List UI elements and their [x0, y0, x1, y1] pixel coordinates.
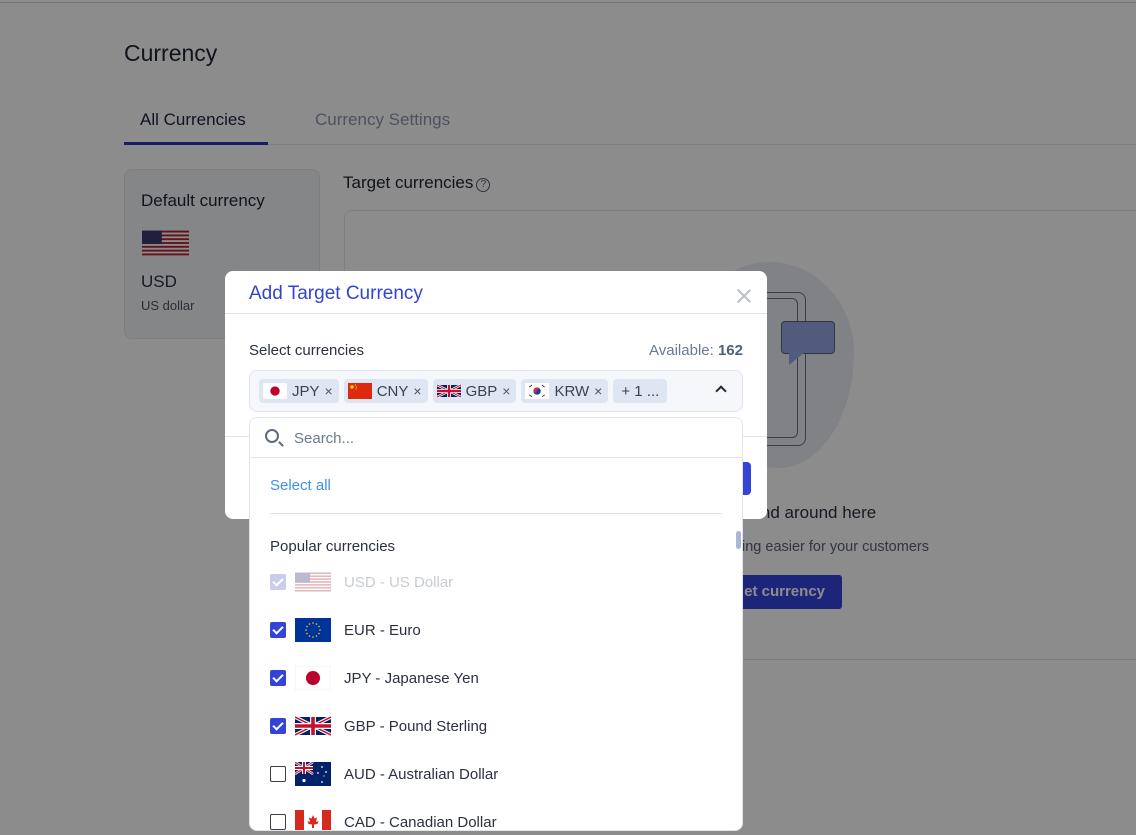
chip-label: KRW	[554, 382, 590, 400]
dropdown-search	[250, 418, 742, 458]
chip-gbp: GBP ×	[432, 379, 517, 403]
option-label: GBP - Pound Sterling	[344, 717, 488, 735]
option-cad[interactable]: CAD - Canadian Dollar	[270, 809, 497, 831]
checkbox[interactable]	[270, 670, 286, 686]
eu-flag-icon	[295, 618, 331, 642]
search-input[interactable]	[294, 426, 714, 450]
ca-flag-icon	[295, 810, 331, 831]
option-label: JPY - Japanese Yen	[344, 669, 479, 687]
checkbox[interactable]	[270, 718, 286, 734]
gb-flag-icon	[437, 383, 461, 399]
au-flag-icon	[295, 762, 331, 786]
gb-flag-icon	[295, 714, 331, 738]
currency-multiselect[interactable]: JPY × CNY × GBP × KRW × + 1 ...	[249, 370, 743, 412]
chip-krw: KRW ×	[521, 379, 609, 403]
kr-flag-icon	[525, 383, 549, 399]
option-gbp[interactable]: GBP - Pound Sterling	[270, 713, 487, 739]
option-label: CAD - Canadian Dollar	[344, 813, 497, 831]
checkbox	[270, 574, 286, 590]
chip-label: JPY	[292, 382, 320, 400]
select-all-link[interactable]: Select all	[270, 477, 331, 494]
cn-flag-icon	[348, 383, 372, 399]
remove-chip-icon[interactable]: ×	[502, 383, 510, 399]
jp-flag-icon	[295, 666, 331, 690]
search-icon	[265, 429, 279, 443]
remove-chip-icon[interactable]: ×	[594, 383, 602, 399]
option-jpy[interactable]: JPY - Japanese Yen	[270, 665, 479, 691]
option-label: EUR - Euro	[344, 621, 421, 639]
option-usd: USD - US Dollar	[270, 569, 453, 595]
option-aud[interactable]: AUD - Australian Dollar	[270, 761, 498, 787]
checkbox[interactable]	[270, 622, 286, 638]
selected-chips: JPY × CNY × GBP × KRW × + 1 ...	[259, 379, 668, 403]
modal-header: Add Target Currency	[225, 271, 767, 314]
more-chips-indicator[interactable]: + 1 ...	[613, 379, 668, 403]
option-eur[interactable]: EUR - Euro	[270, 617, 421, 643]
chip-label: GBP	[465, 382, 498, 400]
us-flag-icon	[295, 572, 331, 592]
available-count: Available: 162	[649, 342, 743, 359]
dropdown-divider	[270, 513, 722, 514]
remove-chip-icon[interactable]: ×	[413, 383, 421, 399]
close-icon[interactable]	[737, 289, 751, 303]
option-label: USD - US Dollar	[344, 573, 454, 591]
modal-title: Add Target Currency	[249, 283, 423, 304]
popular-currencies-label: Popular currencies	[270, 538, 396, 555]
option-label: AUD - Australian Dollar	[344, 765, 499, 783]
chip-jpy: JPY ×	[259, 379, 339, 403]
chip-label: CNY	[376, 382, 409, 400]
select-currencies-label: Select currencies	[249, 342, 365, 359]
available-label: Available:	[649, 342, 714, 359]
dropdown-scrollbar[interactable]	[736, 531, 741, 549]
checkbox[interactable]	[270, 766, 286, 782]
available-value: 162	[717, 342, 743, 359]
chevron-up-icon[interactable]	[715, 385, 727, 397]
checkbox[interactable]	[270, 814, 286, 830]
chip-cny: CNY ×	[343, 379, 428, 403]
currency-dropdown: Select all Popular currencies USD - US D…	[249, 417, 743, 831]
remove-chip-icon[interactable]: ×	[325, 383, 333, 399]
jp-flag-icon	[263, 383, 287, 399]
